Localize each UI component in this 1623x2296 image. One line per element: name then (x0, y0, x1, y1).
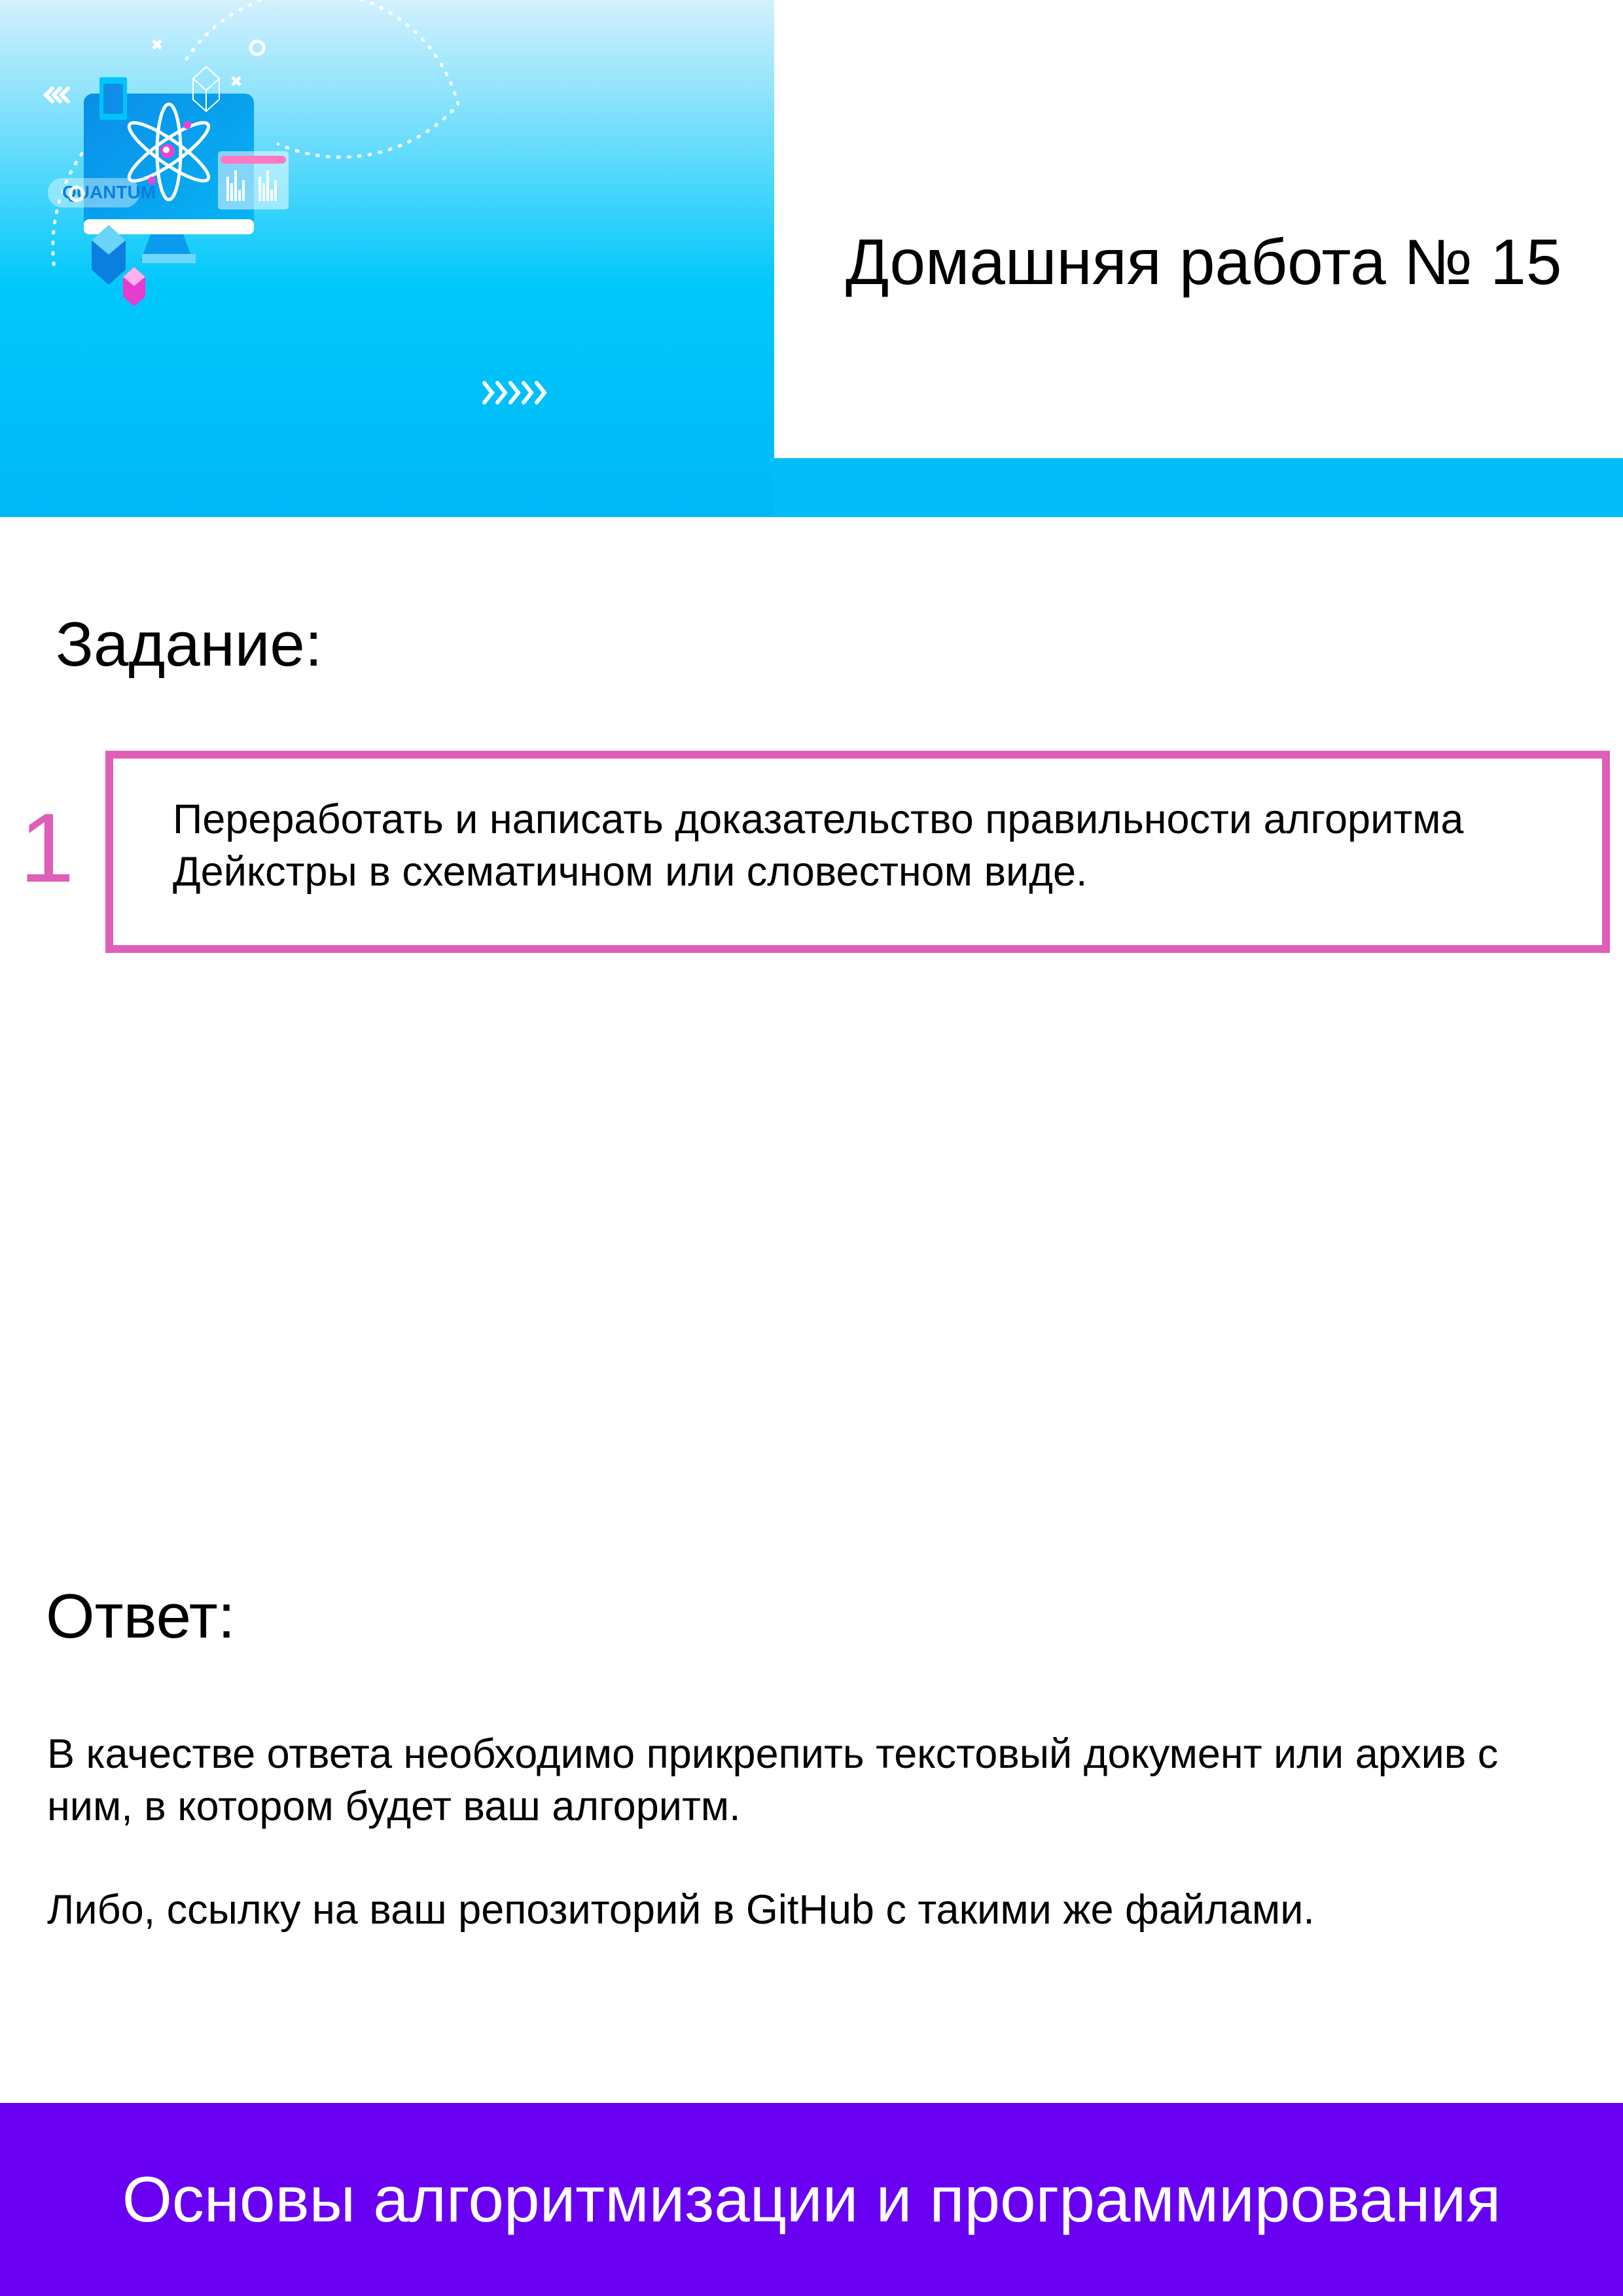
header-illustration: QUANTUM (0, 0, 774, 517)
task-text: Переработать и написать доказательство п… (173, 797, 1464, 895)
answer-paragraph: Либо, ссылку на ваш репозиторий в GitHub… (47, 1887, 1315, 1933)
task-heading: Задание: (56, 609, 323, 679)
task-number: 1 (20, 793, 75, 903)
answer-paragraph: В качестве ответа необходимо прикрепить … (47, 1731, 1499, 1829)
answer-heading: Ответ: (46, 1581, 236, 1651)
page-title: Домашняя работа № 15 (846, 226, 1562, 298)
header-accent-bar (774, 458, 1623, 517)
course-title: Основы алгоритмизации и программирования (122, 2163, 1501, 2235)
footer-banner: Основы алгоритмизации и программирования (0, 2103, 1623, 2296)
answer-text: В качестве ответа необходимо прикрепить … (47, 1728, 1592, 1987)
